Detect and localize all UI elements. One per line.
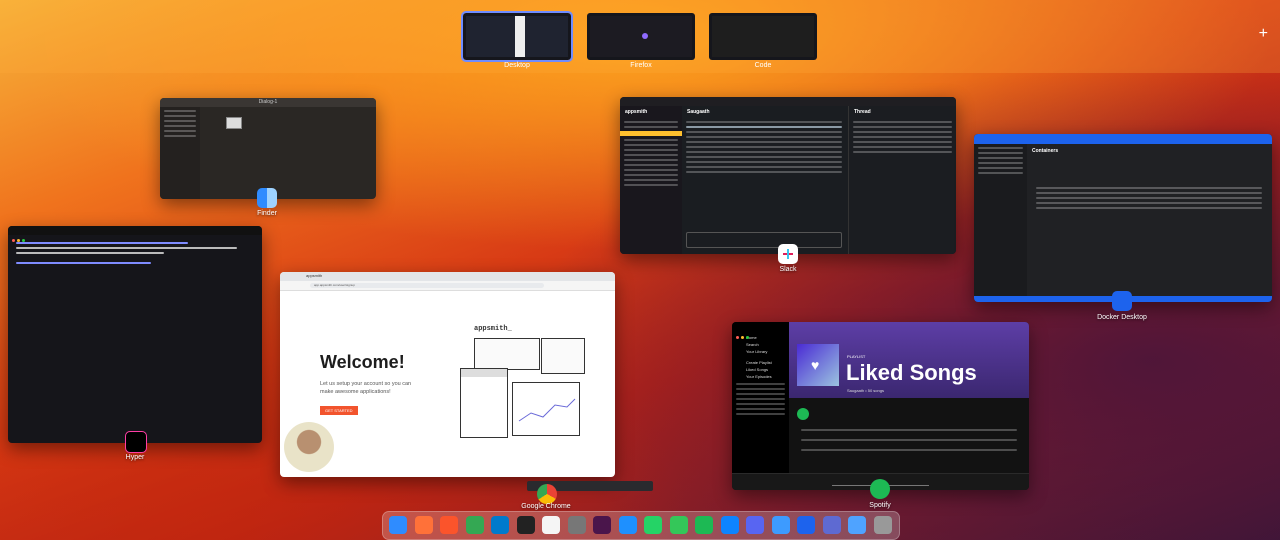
chrome-label: Google Chrome (521, 503, 571, 510)
illustration-chart (512, 382, 580, 436)
hyper-label: Hyper (125, 454, 145, 461)
nav-liked-songs[interactable]: Liked Songs (746, 366, 789, 373)
finder-label: Finder (257, 210, 277, 217)
whatsapp-icon[interactable] (644, 516, 662, 534)
appstore-icon[interactable] (720, 516, 739, 534)
finder-window-title: Dialog-1 (258, 99, 278, 105)
slack-workspace-name[interactable]: appsmith (620, 106, 682, 118)
nav-your-episodes[interactable]: Your Episodes (746, 373, 789, 380)
finder-icon (257, 188, 277, 208)
nav-home[interactable]: Home (746, 334, 789, 341)
linear-icon[interactable] (822, 516, 841, 534)
add-space-button[interactable]: + (1259, 26, 1268, 42)
appsmith-logo: appsmith_ (474, 325, 512, 333)
slack-window[interactable]: appsmith Saugaath Thread (620, 97, 956, 254)
finder-alt-icon[interactable] (771, 516, 790, 534)
slack-message-input[interactable] (686, 232, 842, 248)
spotify-icon[interactable] (695, 516, 713, 534)
file-thumbnail[interactable] (226, 117, 242, 129)
spotify-window[interactable]: Home Search Your Library Create Playlist… (732, 322, 1029, 490)
space-firefox-label: Firefox (630, 62, 652, 69)
trash-icon[interactable] (873, 516, 892, 534)
chrome-window[interactable]: appsmith app.appsmith.com/user/signup We… (280, 272, 615, 477)
playlist-title: Liked Songs (846, 360, 977, 385)
finder-icon[interactable] (389, 516, 407, 534)
dock (382, 511, 900, 540)
safari-icon[interactable] (618, 516, 637, 534)
illustration-table (460, 368, 508, 438)
nav-create-playlist[interactable]: Create Playlist (746, 359, 789, 366)
nav-search[interactable]: Search (746, 341, 789, 348)
slack-icon (778, 244, 798, 264)
get-started-button[interactable]: GET STARTED (320, 406, 358, 415)
space-firefox-thumbnail[interactable] (587, 13, 695, 60)
docker-icon[interactable] (797, 516, 815, 534)
space-desktop-thumbnail[interactable] (461, 11, 573, 62)
phone-icon[interactable] (669, 516, 688, 534)
illustration-card (541, 338, 585, 374)
docker-icon (1112, 291, 1132, 311)
chrome-icon[interactable] (465, 516, 484, 534)
docker-section-title: Containers (1032, 148, 1059, 154)
docker-label: Docker Desktop (1097, 314, 1147, 321)
slack-icon[interactable] (593, 516, 611, 534)
play-button[interactable] (797, 408, 809, 420)
spotify-icon (870, 479, 890, 499)
mission-control-spaces-bar: Desktop Firefox Code + (0, 0, 1280, 73)
docker-window[interactable]: Containers (974, 134, 1272, 302)
terminal-icon[interactable] (516, 516, 535, 534)
playlist-type: PLAYLIST (847, 354, 866, 359)
chrome-address-bar[interactable]: app.appsmith.com/user/signup (310, 283, 544, 288)
space-code-thumbnail[interactable] (709, 13, 817, 60)
welcome-heading: Welcome! (320, 352, 405, 372)
nav-library[interactable]: Your Library (746, 348, 789, 355)
space-code-label: Code (754, 62, 772, 69)
liked-songs-cover: ♥ (797, 344, 839, 386)
avatar (284, 422, 334, 472)
chrome-icon (537, 484, 557, 504)
chrome-tab[interactable]: appsmith (306, 273, 322, 278)
slack-thread-title: Thread (854, 109, 871, 115)
hyper-icon (125, 431, 147, 453)
heart-icon: ♥ (811, 357, 820, 373)
notion-icon[interactable] (542, 516, 560, 534)
firefox-icon[interactable] (414, 516, 433, 534)
space-desktop-label: Desktop (504, 62, 530, 69)
playlist-meta: Saugaath • 50 songs (847, 388, 884, 393)
illustration-card (474, 338, 540, 370)
spotify-label: Spotify (869, 502, 891, 509)
slack-label: Slack (779, 266, 797, 273)
hyper-window[interactable] (8, 226, 262, 443)
folder-icon[interactable] (848, 516, 866, 534)
discord-icon[interactable] (746, 516, 764, 534)
slack-channel-name[interactable]: Saugaath (682, 106, 846, 118)
vscode-icon[interactable] (491, 516, 509, 534)
brave-icon[interactable] (440, 516, 458, 534)
calculator-icon[interactable] (567, 516, 586, 534)
welcome-subtext: Let us setup your account so you can mak… (320, 381, 412, 395)
finder-window[interactable]: Dialog-1 (160, 98, 376, 199)
